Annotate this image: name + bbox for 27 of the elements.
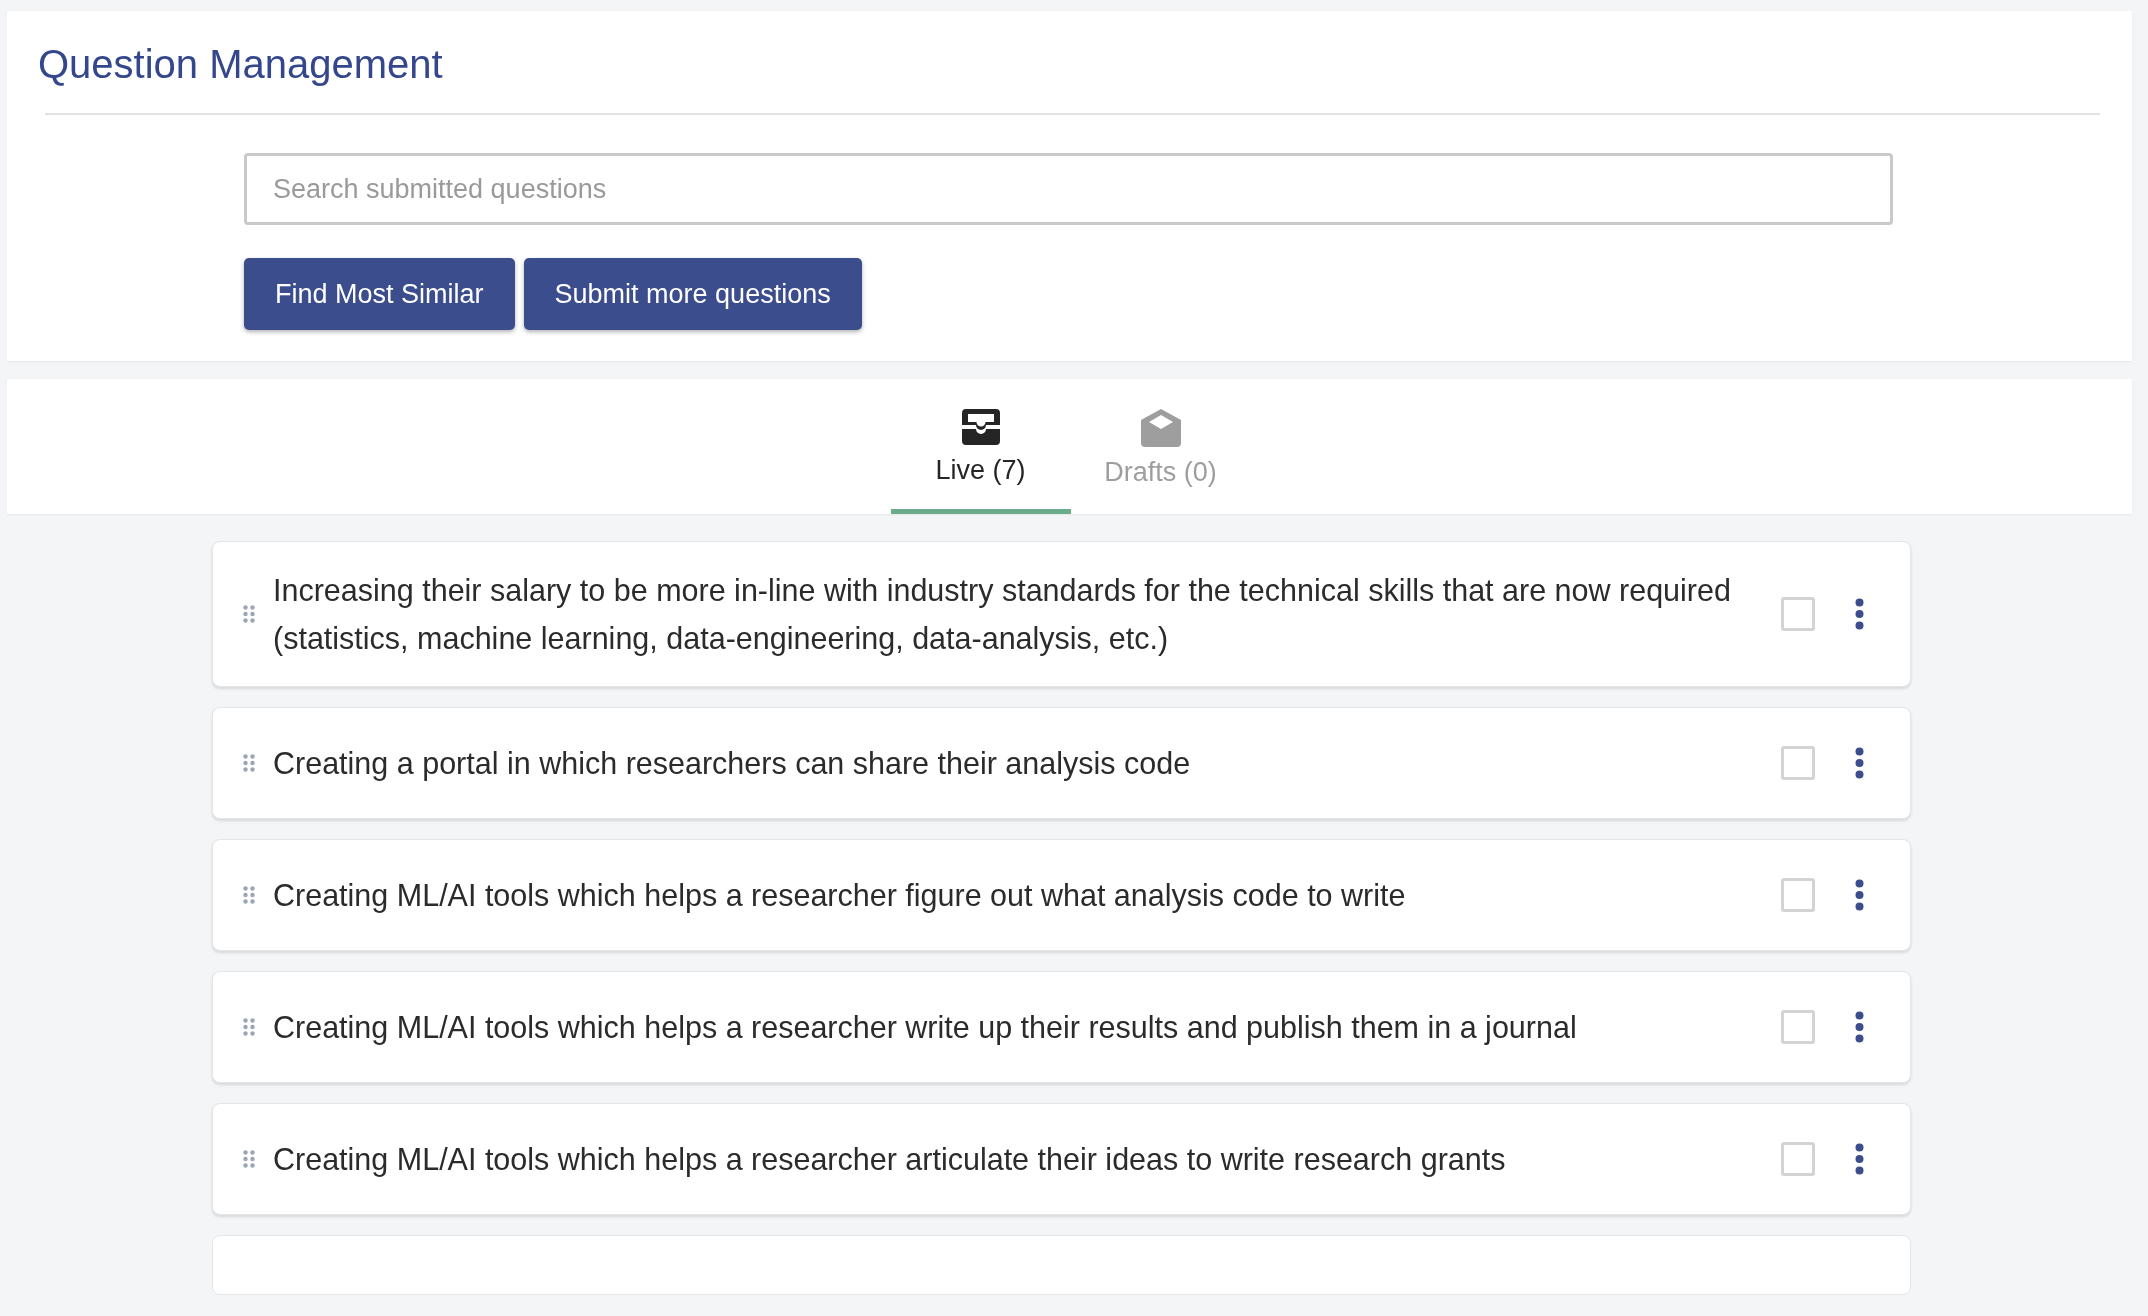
drag-handle-icon[interactable] xyxy=(243,754,255,772)
checkbox[interactable] xyxy=(1781,878,1815,912)
question-text: Increasing their salary to be more in-line with industry standards for the technical skills that are now required (statistics, machine learning, data-engineering, data-analysis, etc.) xyxy=(273,572,1732,658)
more-options-icon[interactable] xyxy=(1855,598,1864,630)
inbox-tray-icon xyxy=(961,409,1000,445)
submit-button[interactable]: Submit more questions xyxy=(523,258,862,330)
tab[interactable]: Live (7) xyxy=(890,409,1071,514)
more-options-icon[interactable] xyxy=(1855,1011,1864,1043)
checkbox[interactable] xyxy=(1781,1142,1815,1176)
checkbox[interactable] xyxy=(1781,746,1815,780)
search-field[interactable]: Search submitted questions xyxy=(244,153,1893,225)
drag-handle-icon[interactable] xyxy=(243,1150,255,1168)
question-text: Creating ML/AI tools which helps a researcher write up their results and publish them in a journal xyxy=(273,1009,1578,1047)
question-text: Creating ML/AI tools which helps a researcher figure out what analysis code to write xyxy=(273,877,1407,915)
drag-handle-icon[interactable] xyxy=(243,886,255,904)
checkbox[interactable] xyxy=(1781,597,1815,631)
question-text: Creating a portal in which researchers can share their analysis code xyxy=(273,745,1192,783)
open-envelope-icon xyxy=(1140,409,1181,447)
drag-handle-icon[interactable] xyxy=(243,605,255,623)
find-similar-button[interactable]: Find Most Similar xyxy=(244,258,515,330)
checkbox[interactable] xyxy=(1781,1010,1815,1044)
more-options-icon[interactable] xyxy=(1855,1143,1864,1175)
drag-handle-icon[interactable] xyxy=(243,1018,255,1036)
page-title: Question Management xyxy=(38,41,443,88)
more-options-icon[interactable] xyxy=(1855,747,1864,779)
more-options-icon[interactable] xyxy=(1855,879,1864,911)
question-text: Creating ML/AI tools which helps a researcher articulate their ideas to write research grants xyxy=(273,1141,1507,1179)
